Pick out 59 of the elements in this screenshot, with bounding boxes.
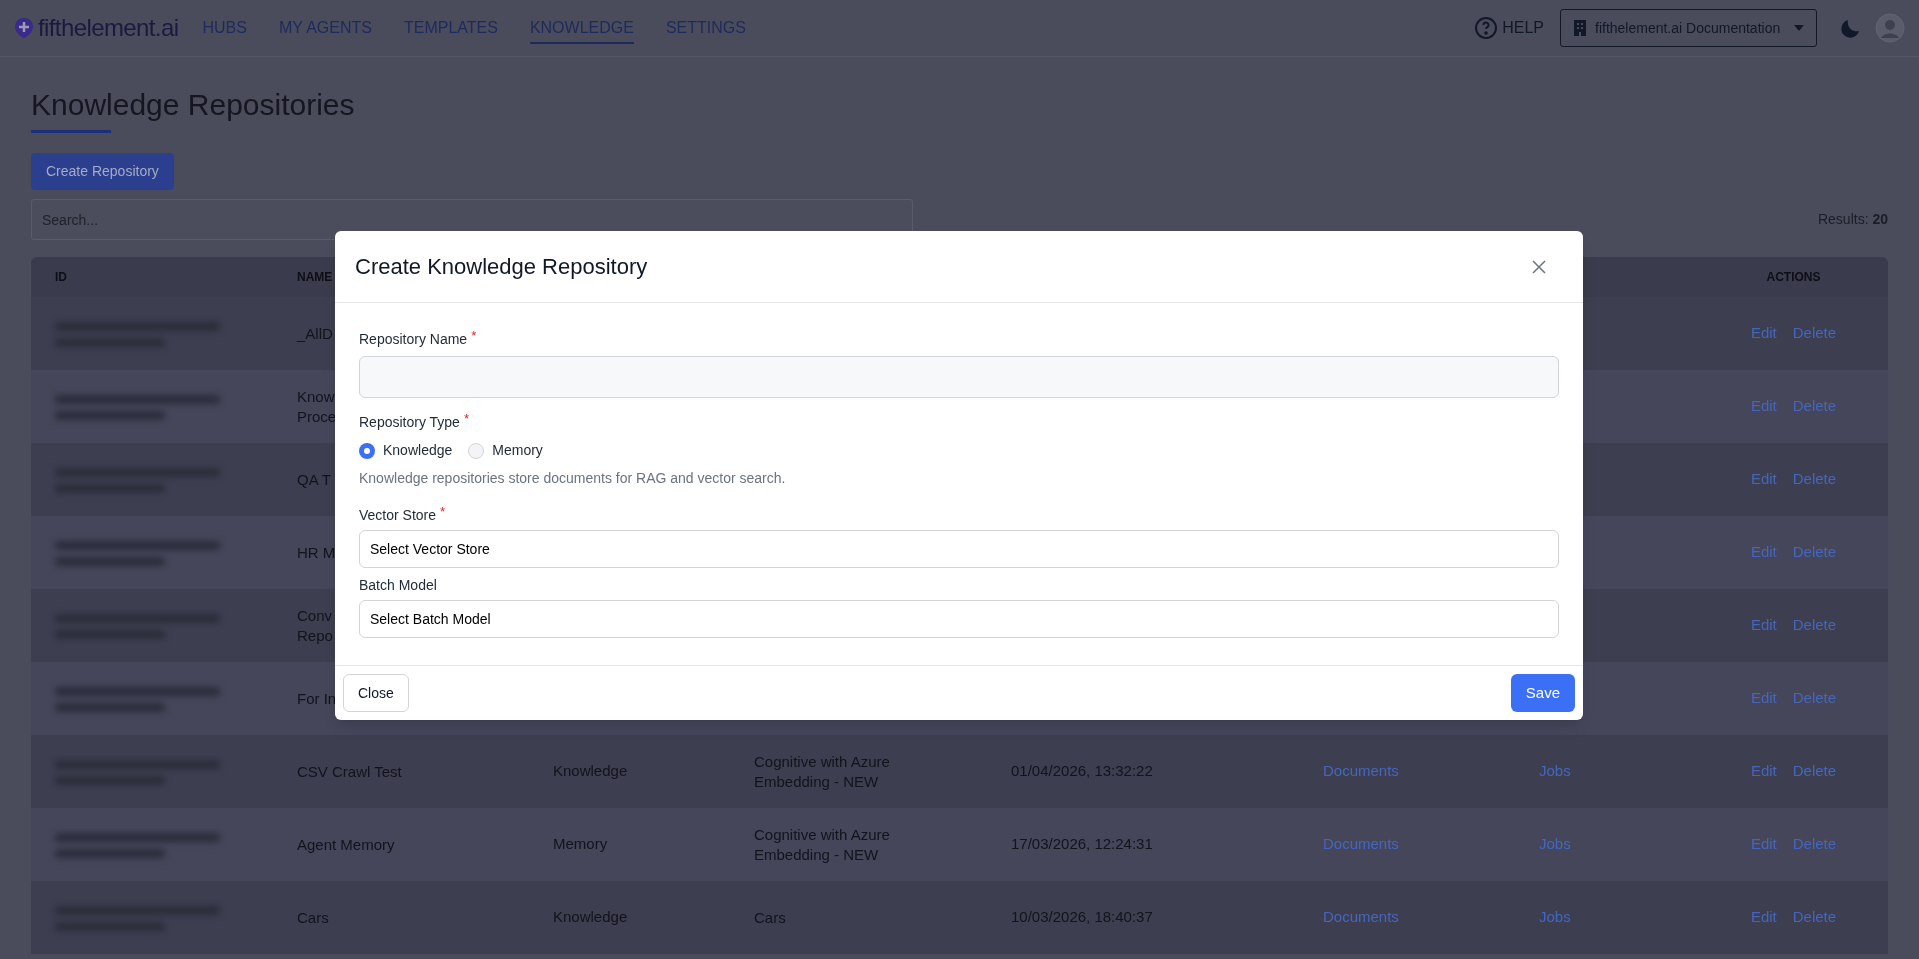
edit-link[interactable]: Edit (1750, 833, 1777, 856)
name-cell: For In (297, 688, 337, 709)
close-button[interactable]: Close (343, 674, 409, 712)
building-icon (1573, 20, 1587, 36)
jobs-link[interactable]: Jobs (1539, 762, 1571, 780)
delete-link[interactable]: Delete (1792, 687, 1837, 710)
delete-link[interactable]: Delete (1792, 395, 1837, 418)
field-label: Repository Name (359, 330, 468, 349)
field-label: Vector Store (359, 506, 437, 525)
documents-link[interactable]: Documents (1323, 908, 1399, 926)
documents-link[interactable]: Documents (1323, 762, 1399, 780)
organization-dropdown[interactable]: fifthelement.ai Documentation (1560, 9, 1817, 47)
select-field[interactable]: Select Batch Model (359, 600, 1559, 638)
name-cell: Agent Memory (297, 834, 395, 855)
name-cell: Know Proce (297, 386, 337, 427)
help-link[interactable]: HELP (1502, 16, 1544, 40)
delete-link[interactable]: Delete (1792, 614, 1837, 637)
edit-link[interactable]: Edit (1750, 760, 1777, 783)
edit-link[interactable]: Edit (1750, 906, 1777, 929)
delete-link[interactable]: Delete (1792, 322, 1837, 345)
created-cell: 17/03/2026, 12:24:31 (1011, 835, 1153, 853)
radio-button[interactable] (359, 442, 375, 459)
help-text: Knowledge repositories store documents for RAG and vector search. (359, 469, 787, 488)
radio-button[interactable] (468, 442, 485, 459)
create-repository-button[interactable]: Create Repository (31, 153, 174, 190)
help-icon[interactable] (1474, 16, 1499, 40)
logo-icon (14, 17, 34, 39)
delete-link[interactable]: Delete (1792, 541, 1837, 564)
delete-link[interactable]: Delete (1792, 833, 1837, 856)
required-mark: * (440, 503, 446, 521)
name-cell: HR M (297, 542, 336, 563)
required-mark: * (471, 327, 477, 345)
close-icon[interactable] (1532, 259, 1546, 274)
page-title: Knowledge Repositories (31, 87, 356, 123)
radio-label: Memory (492, 441, 543, 460)
edit-link[interactable]: Edit (1750, 322, 1777, 345)
jobs-link[interactable]: Jobs (1539, 908, 1571, 926)
radio-label: Knowledge (383, 441, 453, 460)
delete-link[interactable]: Delete (1792, 760, 1837, 783)
dialog-title: Create Knowledge Repository (355, 253, 648, 281)
edit-link[interactable]: Edit (1750, 395, 1777, 418)
save-button[interactable]: Save (1510, 674, 1575, 712)
documents-link[interactable]: Documents (1323, 835, 1399, 853)
edit-link[interactable]: Edit (1750, 541, 1777, 564)
type-cell: Memory (553, 835, 608, 853)
edit-link[interactable]: Edit (1750, 687, 1777, 710)
edit-link[interactable]: Edit (1750, 468, 1777, 491)
caret-icon (1794, 25, 1804, 31)
avatar-icon[interactable] (1875, 13, 1905, 43)
repository-name-field[interactable] (359, 356, 1559, 398)
delete-link[interactable]: Delete (1792, 906, 1837, 929)
required-mark: * (463, 410, 469, 428)
field-label: Batch Model (359, 576, 437, 595)
delete-link[interactable]: Delete (1792, 468, 1837, 491)
vector-store-cell-text: Cognitive with Azure Embedding - NEW (754, 824, 891, 865)
select-field[interactable]: Select Vector Store (359, 530, 1559, 568)
field-label: Repository Type (359, 413, 460, 432)
edit-link[interactable]: Edit (1750, 614, 1777, 637)
jobs-link[interactable]: Jobs (1539, 835, 1571, 853)
